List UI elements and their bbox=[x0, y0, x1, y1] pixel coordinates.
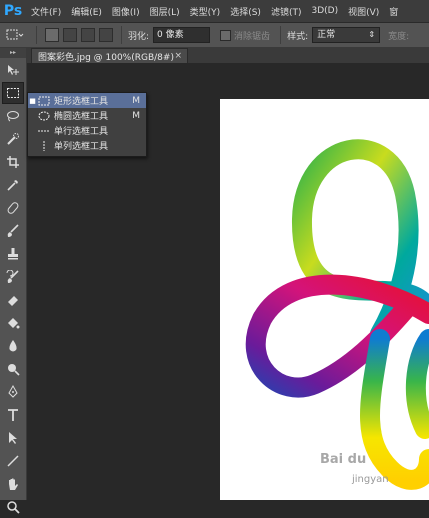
menu-3d[interactable]: 3D(D) bbox=[306, 6, 343, 16]
collapse-icon[interactable]: ▸▸ bbox=[0, 48, 26, 58]
brush-icon bbox=[7, 224, 19, 237]
move-tool[interactable] bbox=[2, 59, 24, 81]
flyout-ellipse-marquee[interactable]: 椭圆选框工具 M bbox=[28, 108, 146, 123]
type-tool[interactable] bbox=[2, 404, 24, 426]
single-row-marquee-icon bbox=[38, 130, 50, 131]
menu-filter[interactable]: 滤镜(T) bbox=[266, 5, 307, 18]
type-icon bbox=[8, 409, 18, 421]
ellipse-marquee-icon bbox=[38, 111, 50, 120]
document-tab[interactable]: 图案彩色.jpg @ 100%(RGB/8#) × bbox=[31, 48, 188, 63]
menu-layer[interactable]: 图层(L) bbox=[145, 5, 185, 18]
eraser-tool[interactable] bbox=[2, 289, 24, 311]
quick-selection-icon bbox=[7, 133, 19, 145]
marquee-tool[interactable] bbox=[2, 82, 24, 104]
shortcut-key: M bbox=[132, 110, 140, 121]
divider bbox=[36, 26, 37, 44]
antialias-label: 消除锯齿 bbox=[234, 31, 271, 42]
line-icon bbox=[7, 455, 19, 467]
zoom-tool[interactable] bbox=[2, 496, 24, 518]
path-selection-tool[interactable] bbox=[2, 427, 24, 449]
brush-tool[interactable] bbox=[2, 220, 24, 242]
document-tab-bar: 图案彩色.jpg @ 100%(RGB/8#) × bbox=[27, 48, 429, 63]
flyout-rect-marquee[interactable]: ■ 矩形选框工具 M bbox=[28, 93, 146, 108]
watermark-logo: Bai du bbox=[320, 452, 367, 467]
flyout-label: 单列选框工具 bbox=[54, 142, 109, 152]
menu-edit[interactable]: 编辑(E) bbox=[66, 5, 107, 18]
antialias-checkbox[interactable] bbox=[220, 29, 232, 41]
divider bbox=[121, 26, 122, 44]
clone-stamp-tool[interactable] bbox=[2, 243, 24, 265]
watermark-text: jingyan bbox=[352, 474, 389, 485]
eraser-icon bbox=[8, 296, 18, 306]
shortcut-key: M bbox=[132, 95, 140, 106]
options-bar: 羽化: 0 像素 消除锯齿 样式: 正常 ⇕ 宽度: bbox=[0, 23, 429, 48]
document-canvas[interactable] bbox=[220, 99, 429, 500]
single-column-marquee-icon bbox=[43, 140, 45, 151]
divider bbox=[280, 26, 282, 44]
pen-icon bbox=[8, 385, 18, 398]
menu-window[interactable]: 窗 bbox=[384, 5, 403, 18]
feather-input[interactable]: 0 像素 bbox=[153, 27, 211, 43]
style-select[interactable]: 正常 ⇕ bbox=[312, 27, 381, 43]
rect-marquee-icon bbox=[6, 29, 24, 40]
blur-drop-icon bbox=[9, 340, 17, 352]
tool-preset-picker[interactable] bbox=[0, 25, 30, 45]
blur-tool[interactable] bbox=[2, 335, 24, 357]
style-label: 样式: bbox=[287, 31, 309, 42]
intersect-selection-button[interactable] bbox=[99, 28, 113, 42]
menu-file[interactable]: 文件(F) bbox=[26, 5, 66, 18]
marquee-tool-flyout: ■ 矩形选框工具 M 椭圆选框工具 M 单行选框工具 单列选框工具 bbox=[27, 92, 147, 157]
pen-tool[interactable] bbox=[2, 381, 24, 403]
new-selection-button[interactable] bbox=[45, 28, 59, 42]
subtract-from-selection-button[interactable] bbox=[81, 28, 95, 42]
stamp-icon bbox=[8, 248, 18, 260]
flyout-single-column-marquee[interactable]: 单列选框工具 bbox=[28, 138, 146, 153]
paint-bucket-tool[interactable] bbox=[2, 312, 24, 334]
photoshop-logo: Ps bbox=[3, 3, 23, 19]
flyout-label: 椭圆选框工具 bbox=[54, 112, 109, 122]
healing-brush-icon bbox=[7, 202, 19, 214]
dodge-icon bbox=[8, 364, 20, 376]
flyout-single-row-marquee[interactable]: 单行选框工具 bbox=[28, 123, 146, 138]
menu-image[interactable]: 图像(I) bbox=[107, 5, 145, 18]
flyout-label: 矩形选框工具 bbox=[54, 97, 109, 107]
add-to-selection-button[interactable] bbox=[63, 28, 77, 42]
spot-healing-tool[interactable] bbox=[2, 197, 24, 219]
chevron-updown-icon: ⇕ bbox=[368, 30, 376, 39]
feather-label: 羽化: bbox=[128, 31, 150, 42]
move-icon bbox=[8, 65, 19, 75]
menu-bar: Ps 文件(F) 编辑(E) 图像(I) 图层(L) 类型(Y) 选择(S) 滤… bbox=[0, 0, 429, 23]
crop-icon bbox=[7, 156, 19, 168]
path-selection-icon bbox=[9, 432, 17, 444]
hand-icon bbox=[9, 478, 18, 490]
style-value: 正常 bbox=[317, 30, 336, 40]
close-icon[interactable]: × bbox=[174, 51, 182, 61]
dodge-tool[interactable] bbox=[2, 358, 24, 380]
line-tool[interactable] bbox=[2, 450, 24, 472]
eyedropper-icon bbox=[7, 180, 18, 191]
lasso-tool[interactable] bbox=[2, 105, 24, 127]
flyout-label: 单行选框工具 bbox=[54, 127, 109, 137]
rect-marquee-icon bbox=[38, 96, 50, 105]
menu-view[interactable]: 视图(V) bbox=[343, 5, 384, 18]
hand-tool[interactable] bbox=[2, 473, 24, 495]
crop-tool[interactable] bbox=[2, 151, 24, 173]
eyedropper-tool[interactable] bbox=[2, 174, 24, 196]
history-brush-icon bbox=[6, 270, 19, 283]
history-brush-tool[interactable] bbox=[2, 266, 24, 288]
quick-selection-tool[interactable] bbox=[2, 128, 24, 150]
rect-marquee-icon bbox=[7, 88, 19, 98]
menu-select[interactable]: 选择(S) bbox=[225, 5, 266, 18]
lasso-icon bbox=[7, 111, 19, 122]
selected-bullet-icon: ■ bbox=[29, 96, 36, 105]
document-title: 图案彩色.jpg @ 100%(RGB/8#) bbox=[38, 52, 174, 63]
tools-panel: ▸▸ bbox=[0, 48, 27, 514]
width-label: 宽度: bbox=[388, 31, 410, 42]
artwork-image bbox=[245, 139, 429, 490]
zoom-icon bbox=[7, 501, 20, 514]
paint-bucket-icon bbox=[8, 318, 20, 329]
menu-type[interactable]: 类型(Y) bbox=[185, 5, 226, 18]
